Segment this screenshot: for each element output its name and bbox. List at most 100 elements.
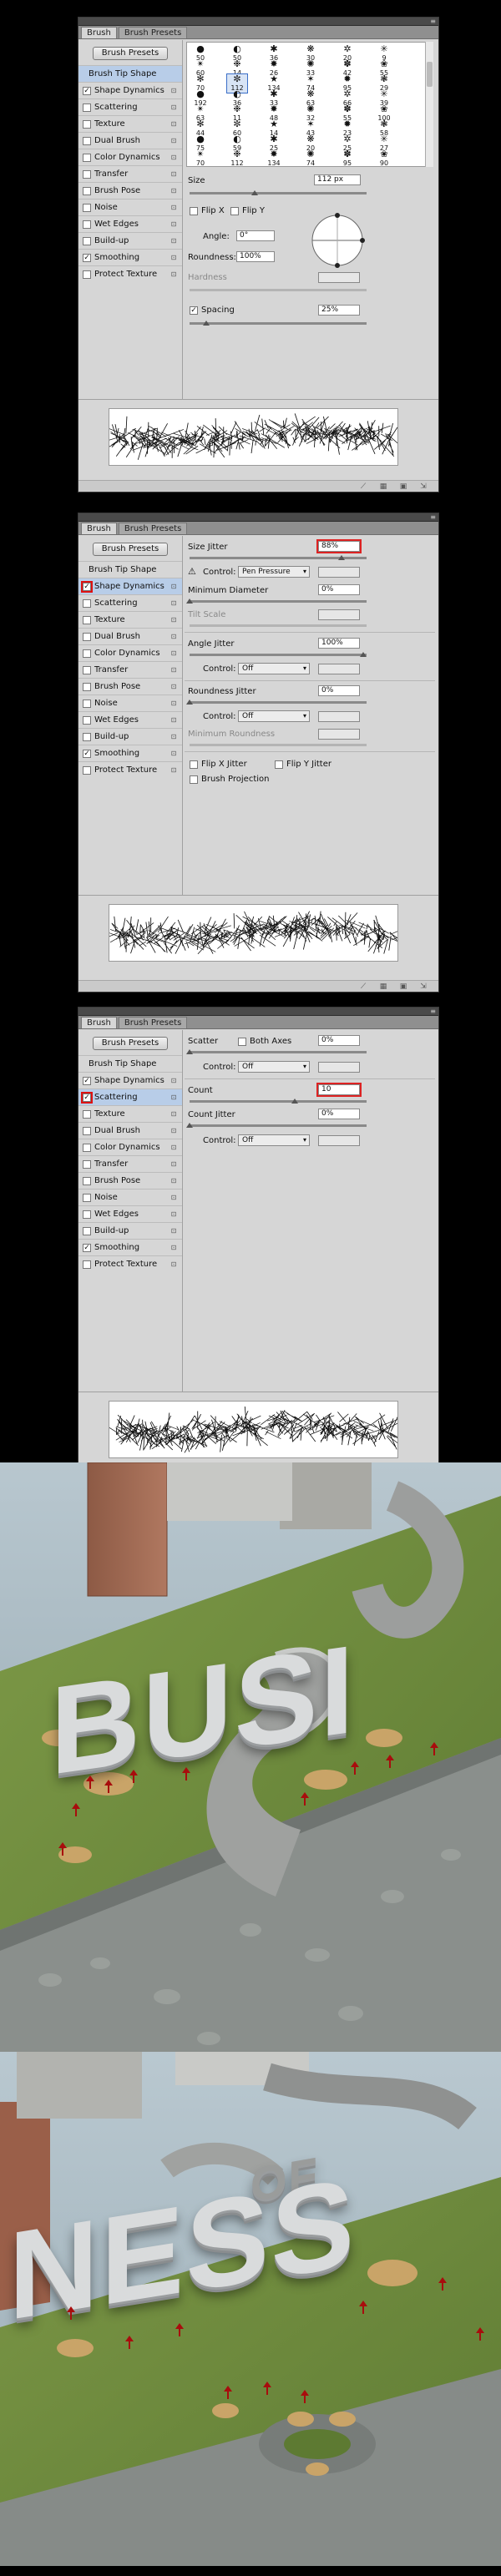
brush-tip-grid[interactable]: ● 50 ◐ 50 ✱ 36 ❋ 30 ✲ 20 ✳ 9 ✴ 60 ❉ 14 ✸ 26 ✺ 33 ✽ 42 ❀ 55 ✻ 70 ✼ 1… [186,42,427,167]
option-checkbox[interactable] [83,154,91,162]
lock-icon[interactable]: ⊡ [170,733,177,741]
option-color-dynamics[interactable]: Color Dynamics ⊡ [78,149,182,165]
option-checkbox[interactable] [83,1260,91,1269]
angle-jitter-slider-thumb[interactable] [360,652,367,657]
option-wet-edges[interactable]: Wet Edges ⊡ [78,711,182,728]
option-wet-edges[interactable]: Wet Edges ⊡ [78,1205,182,1222]
brush-presets-button[interactable]: Brush Presets [93,543,168,556]
option-checkbox[interactable] [83,137,91,145]
panel-titlebar[interactable]: ≡ [78,1008,438,1016]
size-jitter-field[interactable]: 88% [316,539,362,553]
panel-titlebar[interactable]: ≡ [78,513,438,522]
lock-icon[interactable]: ⊡ [170,1144,177,1152]
option-protect-texture[interactable]: Protect Texture ⊡ [78,265,182,282]
lock-icon[interactable]: ⊡ [170,1177,177,1185]
option-transfer[interactable]: Transfer ⊡ [78,165,182,182]
lock-icon[interactable]: ⊡ [170,220,177,229]
option-checkbox[interactable] [83,633,91,641]
option-noise[interactable]: Noise ⊡ [78,1189,182,1205]
panel-menu-icon[interactable]: ≡ [430,1008,436,1016]
scrollbar-thumb[interactable] [427,62,433,87]
panel-resize-icon[interactable]: ⇲ [418,982,428,991]
option-shape-dynamics[interactable]: ✓ Shape Dynamics ⊡ [78,578,182,594]
option-checkbox[interactable] [83,204,91,212]
lock-icon[interactable]: ⊡ [170,1194,177,1202]
option-checkbox[interactable]: ✓ [83,87,91,95]
roundness-control-select[interactable]: Off ▾ [238,710,310,722]
lock-icon[interactable]: ⊡ [170,649,177,658]
option-texture[interactable]: Texture ⊡ [78,611,182,628]
option-shape-dynamics[interactable]: ✓ Shape Dynamics ⊡ [78,1072,182,1088]
option-checkbox[interactable] [83,1227,91,1235]
option-brush-tip-shape[interactable]: Brush Tip Shape [78,1055,182,1072]
option-scattering[interactable]: Scattering ⊡ [78,594,182,611]
option-checkbox[interactable]: ✓ [81,581,93,593]
brush-tip-thumbnail[interactable]: ✽ 95 [337,149,357,167]
angle-jitter-field[interactable]: 100% [318,638,360,649]
lock-icon[interactable]: ⊡ [170,1094,177,1102]
option-dual-brush[interactable]: Dual Brush ⊡ [78,628,182,644]
lock-icon[interactable]: ⊡ [170,700,177,708]
option-texture[interactable]: Texture ⊡ [78,115,182,132]
option-shape-dynamics[interactable]: ✓ Shape Dynamics ⊡ [78,82,182,98]
brush-projection-checkbox[interactable] [190,775,198,784]
panel-menu-icon[interactable]: ≡ [430,513,436,522]
lock-icon[interactable]: ⊡ [170,616,177,624]
angle-field[interactable]: 0° [236,230,275,241]
option-checkbox[interactable] [83,649,91,658]
option-checkbox[interactable]: ✓ [81,1092,93,1104]
option-build-up[interactable]: Build-up ⊡ [78,232,182,249]
flip-x-jitter-checkbox[interactable] [190,760,198,769]
count-slider-thumb[interactable] [291,1099,298,1104]
size-slider[interactable] [190,192,367,194]
option-checkbox[interactable] [83,237,91,245]
count-slider[interactable] [190,1100,367,1103]
option-checkbox[interactable] [83,733,91,741]
flip-x-checkbox[interactable] [190,207,198,215]
toggle-live-tip-icon[interactable]: ⟋ [358,982,368,991]
spacing-checkbox[interactable]: ✓ [190,306,198,315]
panel-titlebar[interactable]: ≡ [78,18,438,26]
option-checkbox[interactable] [83,1144,91,1152]
scatter-control-select[interactable]: Off ▾ [238,1061,310,1073]
brush-tip-thumbnail[interactable]: ✺ 74 [301,149,321,167]
lock-icon[interactable]: ⊡ [170,1160,177,1169]
minimum-diameter-slider-thumb[interactable] [186,599,193,604]
lock-icon[interactable]: ⊡ [170,1227,177,1235]
option-protect-texture[interactable]: Protect Texture ⊡ [78,1255,182,1272]
option-color-dynamics[interactable]: Color Dynamics ⊡ [78,644,182,661]
option-checkbox[interactable] [83,716,91,725]
option-checkbox[interactable] [83,120,91,129]
count-jitter-slider[interactable] [190,1124,367,1127]
option-checkbox[interactable] [83,1210,91,1219]
tab-brush-presets[interactable]: Brush Presets [118,1017,188,1028]
size-control-select[interactable]: Pen Pressure ▾ [238,566,310,578]
size-slider-thumb[interactable] [251,190,258,195]
option-checkbox[interactable] [83,766,91,775]
lock-icon[interactable]: ⊡ [170,1127,177,1135]
minimum-diameter-field[interactable]: 0% [318,584,360,595]
scatter-field[interactable]: 0% [318,1035,360,1046]
count-jitter-field[interactable]: 0% [318,1109,360,1119]
spacing-slider-thumb[interactable] [203,321,210,326]
option-scattering[interactable]: Scattering ⊡ [78,98,182,115]
angle-control-select[interactable]: Off ▾ [238,663,310,674]
brush-tip-thumbnail[interactable]: ❀ 90 [374,149,394,167]
option-noise[interactable]: Noise ⊡ [78,199,182,215]
option-checkbox[interactable] [83,683,91,691]
lock-icon[interactable]: ⊡ [170,1210,177,1219]
count-control-select[interactable]: Off ▾ [238,1134,310,1146]
lock-icon[interactable]: ⊡ [170,154,177,162]
option-checkbox[interactable] [83,616,91,624]
option-brush-tip-shape[interactable]: Brush Tip Shape [78,65,182,82]
option-checkbox[interactable] [83,220,91,229]
lock-icon[interactable]: ⊡ [170,270,177,279]
option-checkbox[interactable] [83,700,91,708]
roundness-field[interactable]: 100% [236,251,275,262]
brush-tip-thumbnail[interactable]: ❉ 112 [227,149,247,167]
option-checkbox[interactable] [83,170,91,179]
option-texture[interactable]: Texture ⊡ [78,1105,182,1122]
minimum-diameter-slider[interactable] [190,600,367,603]
lock-icon[interactable]: ⊡ [170,137,177,145]
option-smoothing[interactable]: ✓ Smoothing ⊡ [78,1239,182,1255]
